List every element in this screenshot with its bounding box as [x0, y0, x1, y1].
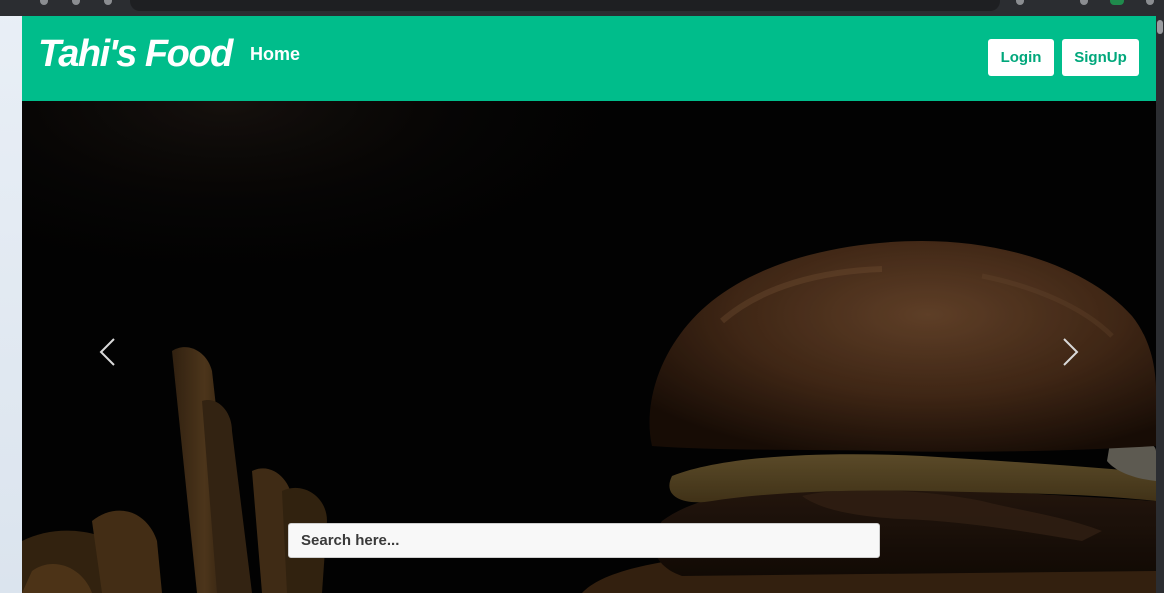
search-input[interactable]: [288, 523, 880, 558]
login-button[interactable]: Login: [988, 39, 1054, 76]
hero-image-burger: [22, 101, 1156, 593]
chevron-left-icon: [99, 338, 115, 366]
navbar: Tahi's Food Home Login SignUp: [22, 16, 1156, 101]
extension-icon[interactable]: [1016, 0, 1024, 5]
address-bar[interactable]: [130, 0, 1000, 11]
hero-carousel: [22, 101, 1156, 593]
window-icon[interactable]: [1080, 0, 1088, 5]
page-scrollbar[interactable]: [1156, 16, 1164, 593]
nav-home-link[interactable]: Home: [250, 44, 300, 65]
back-icon[interactable]: [40, 0, 48, 5]
brand-logo[interactable]: Tahi's Food: [38, 33, 233, 76]
chevron-right-icon: [1063, 338, 1079, 366]
menu-icon[interactable]: [1146, 0, 1154, 5]
web-page: Tahi's Food Home Login SignUp: [22, 16, 1156, 593]
scrollbar-thumb[interactable]: [1157, 20, 1163, 34]
forward-icon[interactable]: [72, 0, 80, 5]
reload-icon[interactable]: [104, 0, 112, 5]
profile-avatar[interactable]: [1110, 0, 1124, 5]
browser-toolbar: [0, 0, 1164, 16]
carousel-prev-button[interactable]: [88, 327, 128, 377]
signup-button[interactable]: SignUp: [1062, 39, 1139, 76]
carousel-next-button[interactable]: [1050, 327, 1090, 377]
